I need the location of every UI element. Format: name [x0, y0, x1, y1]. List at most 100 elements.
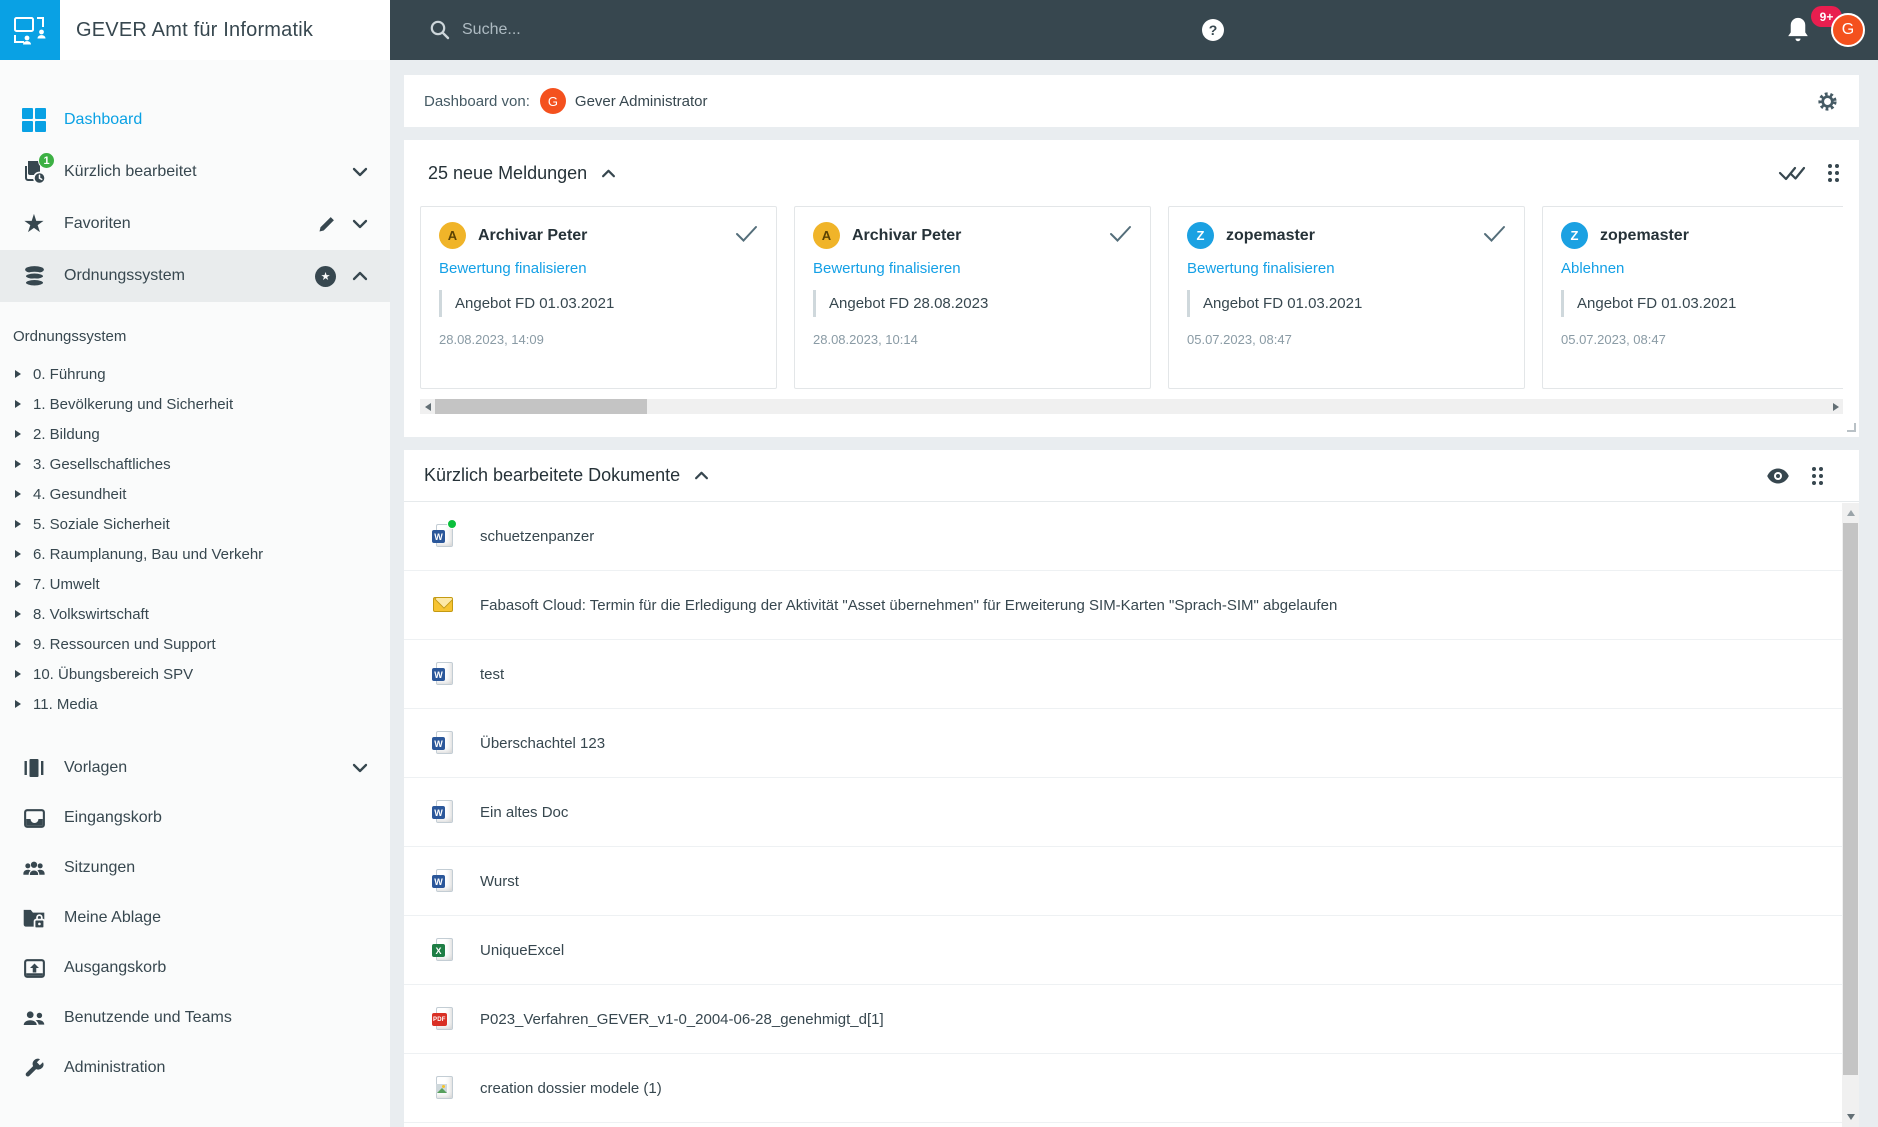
drag-handle-icon[interactable]: [1812, 466, 1823, 485]
sidebar-item-benutzende-und-teams[interactable]: Benutzende und Teams: [0, 993, 390, 1043]
activity-link[interactable]: Bewertung finalisieren: [813, 260, 961, 277]
search-input[interactable]: [462, 21, 882, 39]
tree-item[interactable]: 3. Gesellschaftliches: [0, 449, 390, 479]
app-logo[interactable]: [0, 0, 60, 60]
app-window: GEVER Amt für Informatik 9+ G: [0, 0, 1878, 1127]
document-row[interactable]: PDF P023_Verfahren_GEVER_v1-0_2004-06-28…: [404, 985, 1859, 1054]
expand-arrow-icon[interactable]: [15, 670, 21, 678]
word-document-icon: W: [432, 799, 454, 825]
document-row[interactable]: X UniqueExcel: [404, 916, 1859, 985]
notification-card[interactable]: A Archivar Peter Bewertung finalisieren …: [794, 206, 1151, 389]
tree-item[interactable]: 6. Raumplanung, Bau und Verkehr: [0, 539, 390, 569]
sender-name: Archivar Peter: [852, 226, 962, 244]
visibility-eye-icon[interactable]: [1766, 467, 1790, 485]
sidebar-item-dashboard[interactable]: Dashboard: [0, 94, 390, 146]
expand-arrow-icon[interactable]: [15, 400, 21, 408]
expand-arrow-icon[interactable]: [15, 520, 21, 528]
document-row[interactable]: W Überschachtel 123: [404, 709, 1859, 778]
help-icon[interactable]: [1202, 19, 1224, 41]
owner-avatar[interactable]: G: [539, 88, 566, 114]
chevron-down-icon[interactable]: [352, 167, 368, 177]
notification-card[interactable]: Z zopemaster Ablehnen Angebot FD 01.03.2…: [1542, 206, 1843, 389]
documents-panel-title: Kürzlich bearbeitete Dokumente: [424, 465, 681, 485]
sidebar-item-ausgangskorb[interactable]: Ausgangskorb: [0, 943, 390, 993]
expand-arrow-icon[interactable]: [15, 490, 21, 498]
favorite-star-circle-icon[interactable]: [315, 265, 336, 287]
activity-link[interactable]: Bewertung finalisieren: [439, 260, 587, 277]
message-subject: Angebot FD 01.03.2021: [1561, 290, 1843, 317]
sidebar-item-eingangskorb[interactable]: Eingangskorb: [0, 793, 390, 843]
document-row[interactable]: W Ein altes Doc: [404, 778, 1859, 847]
templates-icon: [20, 754, 48, 782]
notifications-bell-icon[interactable]: [1784, 15, 1812, 45]
scroll-down-arrow[interactable]: [1842, 1109, 1859, 1125]
vertical-scrollbar[interactable]: [1842, 503, 1859, 1127]
sidebar-item-meine-ablage[interactable]: Meine Ablage: [0, 893, 390, 943]
drag-handle-icon[interactable]: [1828, 164, 1839, 182]
expand-arrow-icon[interactable]: [15, 700, 21, 708]
expand-arrow-icon[interactable]: [15, 640, 21, 648]
scroll-right-arrow[interactable]: [1828, 399, 1843, 414]
tree-item[interactable]: 5. Soziale Sicherheit: [0, 509, 390, 539]
chevron-down-icon[interactable]: [352, 219, 368, 229]
document-name: Wurst: [480, 872, 519, 890]
collapse-section-icon[interactable]: [601, 169, 616, 178]
sidebar-item-administration[interactable]: Administration: [0, 1043, 390, 1093]
expand-arrow-icon[interactable]: [15, 370, 21, 378]
mark-read-check-icon[interactable]: [735, 225, 758, 247]
document-row[interactable]: W schuetzenpanzer: [404, 502, 1859, 571]
tree-item[interactable]: 4. Gesundheit: [0, 479, 390, 509]
app-title-area: GEVER Amt für Informatik: [60, 0, 390, 60]
vertical-scrollbar-thumb[interactable]: [1843, 523, 1858, 1075]
activity-link[interactable]: Ablehnen: [1561, 260, 1624, 277]
message-timestamp: 28.08.2023, 10:14: [813, 332, 918, 347]
collapse-section-icon[interactable]: [694, 471, 709, 480]
horizontal-scrollbar-thumb[interactable]: [435, 399, 647, 414]
panel-resize-grip[interactable]: [1847, 423, 1856, 432]
tree-item[interactable]: 1. Bevölkerung und Sicherheit: [0, 389, 390, 419]
scroll-up-arrow[interactable]: [1842, 505, 1859, 521]
document-row[interactable]: Fabasoft Cloud: Termin für die Erledigun…: [404, 571, 1859, 640]
activity-link[interactable]: Bewertung finalisieren: [1187, 260, 1335, 277]
chevron-down-icon[interactable]: [352, 763, 368, 773]
scroll-left-arrow[interactable]: [420, 399, 435, 414]
document-row[interactable]: W test: [404, 640, 1859, 709]
tree-item[interactable]: 10. Übungsbereich SPV: [0, 659, 390, 689]
user-avatar[interactable]: G: [1831, 13, 1865, 47]
tree-item[interactable]: 9. Ressourcen und Support: [0, 629, 390, 659]
tree-item[interactable]: 2. Bildung: [0, 419, 390, 449]
mark-all-read-icon[interactable]: [1778, 165, 1806, 182]
mark-read-check-icon[interactable]: [1109, 225, 1132, 247]
recent-count-badge: 1: [38, 152, 55, 169]
ordnungssystem-tree: Ordnungssystem 0. Führung 1. Bevölkerung…: [0, 328, 390, 719]
expand-arrow-icon[interactable]: [15, 430, 21, 438]
recent-documents-panel: Kürzlich bearbeitete Dokumente W schuetz…: [404, 450, 1859, 1127]
sidebar-item-ordnungssystem[interactable]: Ordnungssystem: [0, 250, 390, 302]
mark-read-check-icon[interactable]: [1483, 225, 1506, 247]
tree-item[interactable]: 11. Media: [0, 689, 390, 719]
horizontal-scrollbar[interactable]: [420, 399, 1843, 414]
owner-name[interactable]: Gever Administrator: [575, 93, 708, 110]
expand-arrow-icon[interactable]: [15, 610, 21, 618]
document-row[interactable]: W Wurst: [404, 847, 1859, 916]
sidebar-item-sitzungen[interactable]: Sitzungen: [0, 843, 390, 893]
tree-root-label[interactable]: Ordnungssystem: [0, 328, 390, 345]
settings-gear-icon[interactable]: [1815, 89, 1839, 113]
sidebar-item-kuerzlich-bearbeitet[interactable]: 1 Kürzlich bearbeitet: [0, 146, 390, 198]
expand-arrow-icon[interactable]: [15, 460, 21, 468]
edit-pencil-icon[interactable]: [317, 215, 336, 234]
sidebar-item-favoriten[interactable]: Favoriten: [0, 198, 390, 250]
tree-item[interactable]: 7. Umwelt: [0, 569, 390, 599]
expand-arrow-icon[interactable]: [15, 580, 21, 588]
document-row[interactable]: creation dossier modele (1): [404, 1054, 1859, 1123]
message-subject: Angebot FD 01.03.2021: [439, 290, 758, 317]
chevron-up-icon[interactable]: [352, 271, 368, 281]
tree-item[interactable]: 0. Führung: [0, 359, 390, 389]
expand-arrow-icon[interactable]: [15, 550, 21, 558]
notification-card[interactable]: A Archivar Peter Bewertung finalisieren …: [420, 206, 777, 389]
sidebar-bottom-nav: Vorlagen Eingangskorb Sitzungen Meine Ab…: [0, 743, 390, 1093]
word-document-icon: W: [432, 519, 457, 549]
notification-card[interactable]: Z zopemaster Bewertung finalisieren Ange…: [1168, 206, 1525, 389]
tree-item[interactable]: 8. Volkswirtschaft: [0, 599, 390, 629]
sidebar-item-vorlagen[interactable]: Vorlagen: [0, 743, 390, 793]
